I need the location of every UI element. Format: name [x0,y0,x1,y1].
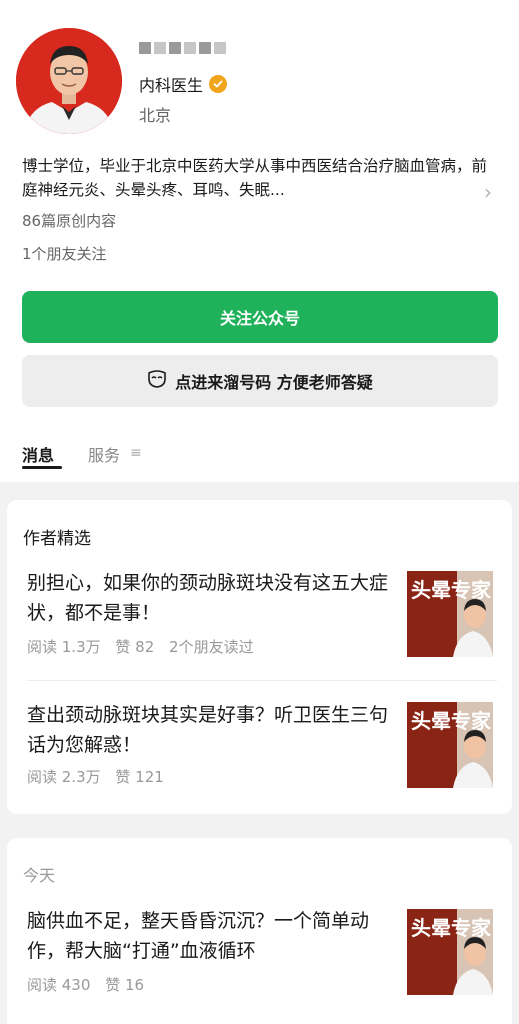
article-stats: 阅读 430 赞 16 [27,974,154,995]
profile-header: 内科医生 北京 博士学位，毕业于北京中医药大学从事中西医结合治疗脑血管病，前庭神… [0,0,519,482]
article-friends-read: 2个朋友读过 [169,638,254,656]
today-section: 今天 脑供血不足，整天昏昏沉沉？一个简单动作，帮大脑“打通”血液循环 阅读 43… [7,838,512,1024]
article-likes: 赞 121 [115,768,164,786]
profile-location: 北京 [139,106,172,125]
menu-lines-icon[interactable]: ≡ [130,445,142,461]
section-title: 作者精选 [23,529,91,549]
article-thumbnail[interactable]: 头晕专家 [407,702,493,788]
article-title[interactable]: 查出颈动脉斑块其实是好事？听卫医生三句话为您解惑！ [27,700,399,760]
follow-button[interactable]: 关注公众号 [22,291,498,343]
thumbnail-caption: 头晕专家 [411,578,492,602]
featured-section: 作者精选 别担心，如果你的颈动脉斑块没有这五大症状，都不是事！ 阅读 1.3万 … [7,500,512,814]
article-thumbnail[interactable]: 头晕专家 [407,909,493,995]
subtitle-text: 内科医生 [139,76,204,95]
article-likes: 赞 16 [105,976,145,994]
tab-services[interactable]: 服务 [88,442,120,466]
avatar[interactable] [16,28,122,134]
article-title[interactable]: 别担心，如果你的颈动脉斑块没有这五大症状，都不是事！ [27,568,399,628]
article-stats: 阅读 2.3万 赞 121 [27,766,174,787]
tab-active-indicator [22,466,62,469]
article-thumbnail[interactable]: 头晕专家 [407,571,493,657]
article-reads: 阅读 430 [27,976,91,994]
tab-messages[interactable]: 消息 [22,442,54,466]
date-label: 今天 [23,866,56,885]
article-reads: 阅读 2.3万 [27,768,101,786]
chevron-right-icon[interactable]: › [484,180,492,204]
article-reads: 阅读 1.3万 [27,638,101,656]
article-title[interactable]: 脑供血不足，整天昏昏沉沉？一个简单动作，帮大脑“打通”血液循环 [27,906,399,966]
profile-bio[interactable]: 博士学位，毕业于北京中医药大学从事中西医结合治疗脑血管病，前庭神经元炎、头晕头疼… [22,154,490,202]
friends-following[interactable]: 1个朋友关注 [22,243,107,264]
mask-icon [147,370,167,392]
profile-subtitle: 内科医生 [139,72,228,96]
divider [27,680,497,681]
original-count[interactable]: 86篇原创内容 [22,210,116,231]
article-likes: 赞 82 [115,638,155,656]
profile-name-redacted [139,34,247,58]
thumbnail-caption: 头晕专家 [411,709,492,733]
thumbnail-caption: 头晕专家 [411,916,492,940]
bind-number-button[interactable]: 点进来溜号码 方便老师答疑 [22,355,498,407]
bind-number-label: 点进来溜号码 方便老师答疑 [175,373,373,392]
verified-badge-icon[interactable] [209,75,228,93]
article-stats: 阅读 1.3万 赞 82 2个朋友读过 [27,636,264,657]
